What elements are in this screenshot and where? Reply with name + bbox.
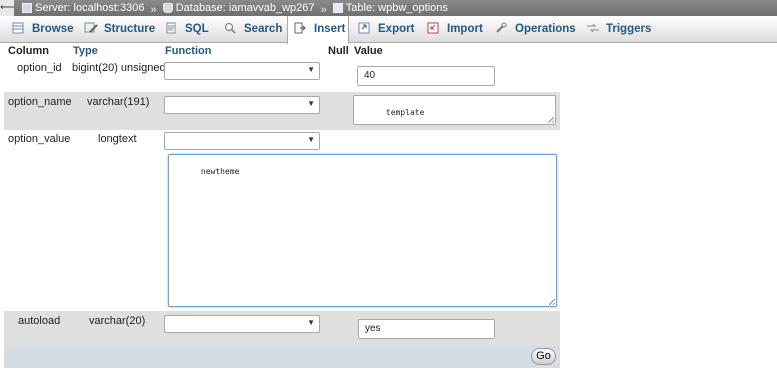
header-value: Value [354, 45, 383, 57]
tab-operations-label: Operations [515, 23, 576, 35]
table-row: option_name varchar(191) ▼ template [4, 92, 560, 130]
server-icon [22, 3, 32, 13]
tab-insert[interactable]: Insert [287, 16, 349, 44]
go-button[interactable]: Go [531, 348, 556, 365]
breadcrumb-separator: » [320, 4, 327, 16]
tab-triggers[interactable]: Triggers [580, 16, 651, 43]
chevron-down-icon: ▼ [307, 65, 315, 74]
table-row: autoload varchar(20) ▼ yes [4, 311, 560, 346]
insert-icon [294, 22, 308, 34]
tab-bar: Browse Structure SQL Search Insert Expor… [0, 16, 777, 44]
tab-search[interactable]: Search [218, 16, 282, 43]
chevron-down-icon: ▼ [307, 99, 315, 108]
tab-import[interactable]: Import [421, 16, 483, 43]
breadcrumb-table[interactable]: Table: wpbw_options [332, 0, 448, 16]
breadcrumb-server-label: Server: localhost:3306 [35, 2, 145, 14]
import-icon [427, 22, 441, 34]
function-select[interactable]: ▼ [164, 132, 320, 150]
tab-browse-label: Browse [32, 23, 74, 35]
function-select[interactable]: ▼ [164, 96, 320, 114]
search-icon [224, 22, 238, 34]
breadcrumb-database[interactable]: Database: iamavvab_wp267 [162, 0, 315, 16]
breadcrumb-table-label: Table: wpbw_options [345, 2, 448, 14]
header-null: Null [328, 45, 349, 57]
row-column-type: varchar(191) [87, 96, 150, 108]
value-input[interactable]: 40 [357, 66, 495, 86]
row-column-type: varchar(20) [89, 315, 146, 327]
tab-sql-label: SQL [185, 23, 209, 35]
table-row: option_id bigint(20) unsigned ▼ 40 [4, 58, 560, 92]
breadcrumb-server[interactable]: Server: localhost:3306 [22, 0, 144, 16]
structure-icon [84, 22, 98, 34]
tab-search-label: Search [244, 23, 283, 35]
collapse-arrow-icon[interactable]: ⟵ [0, 0, 14, 16]
triggers-icon [586, 22, 600, 34]
chevron-down-icon: ▼ [307, 318, 315, 327]
breadcrumb-database-label: Database: iamavvab_wp267 [175, 2, 315, 14]
value-textarea[interactable]: template [353, 95, 556, 125]
sql-icon [165, 22, 179, 34]
tab-structure[interactable]: Structure [78, 16, 155, 43]
resize-grip-icon[interactable] [549, 299, 555, 305]
browse-icon [12, 22, 26, 34]
tab-sql[interactable]: SQL [159, 16, 209, 43]
value-textarea[interactable]: newtheme [168, 154, 557, 307]
row-column-type: longtext [98, 133, 137, 145]
function-select[interactable]: ▼ [164, 315, 320, 333]
row-column-name: option_value [8, 133, 71, 145]
tab-browse[interactable]: Browse [6, 16, 74, 43]
value-textarea-text: template [385, 108, 425, 117]
function-select[interactable]: ▼ [164, 62, 320, 80]
tab-export-label: Export [378, 23, 415, 35]
tab-operations[interactable]: Operations [489, 16, 576, 43]
row-column-name: option_id [17, 62, 62, 74]
breadcrumb-bar: ⟵ Server: localhost:3306 » Database: iam… [0, 0, 777, 16]
tab-structure-label: Structure [104, 23, 156, 35]
export-icon [358, 22, 372, 34]
tab-triggers-label: Triggers [606, 23, 652, 35]
breadcrumb-separator: » [150, 4, 157, 16]
header-function[interactable]: Function [165, 44, 211, 58]
table-header: Column Type Function Null Value [4, 44, 560, 58]
header-column: Column [8, 45, 49, 57]
header-type[interactable]: Type [73, 44, 98, 58]
resize-grip-icon[interactable] [548, 117, 554, 123]
database-icon [162, 3, 173, 13]
form-footer: Go [4, 346, 560, 368]
row-column-name: option_name [8, 96, 72, 108]
tab-export[interactable]: Export [352, 16, 414, 43]
value-input[interactable]: yes [358, 319, 495, 339]
operations-icon [495, 22, 509, 34]
chevron-down-icon: ▼ [307, 135, 315, 144]
breadcrumb: Server: localhost:3306 » Database: iamav… [22, 0, 448, 16]
row-column-name: autoload [18, 315, 61, 327]
tab-insert-label: Insert [314, 23, 346, 35]
tab-import-label: Import [447, 23, 483, 35]
value-textarea-text: newtheme [200, 167, 240, 176]
row-column-type: bigint(20) unsigned [72, 62, 166, 74]
table-icon [332, 3, 343, 13]
